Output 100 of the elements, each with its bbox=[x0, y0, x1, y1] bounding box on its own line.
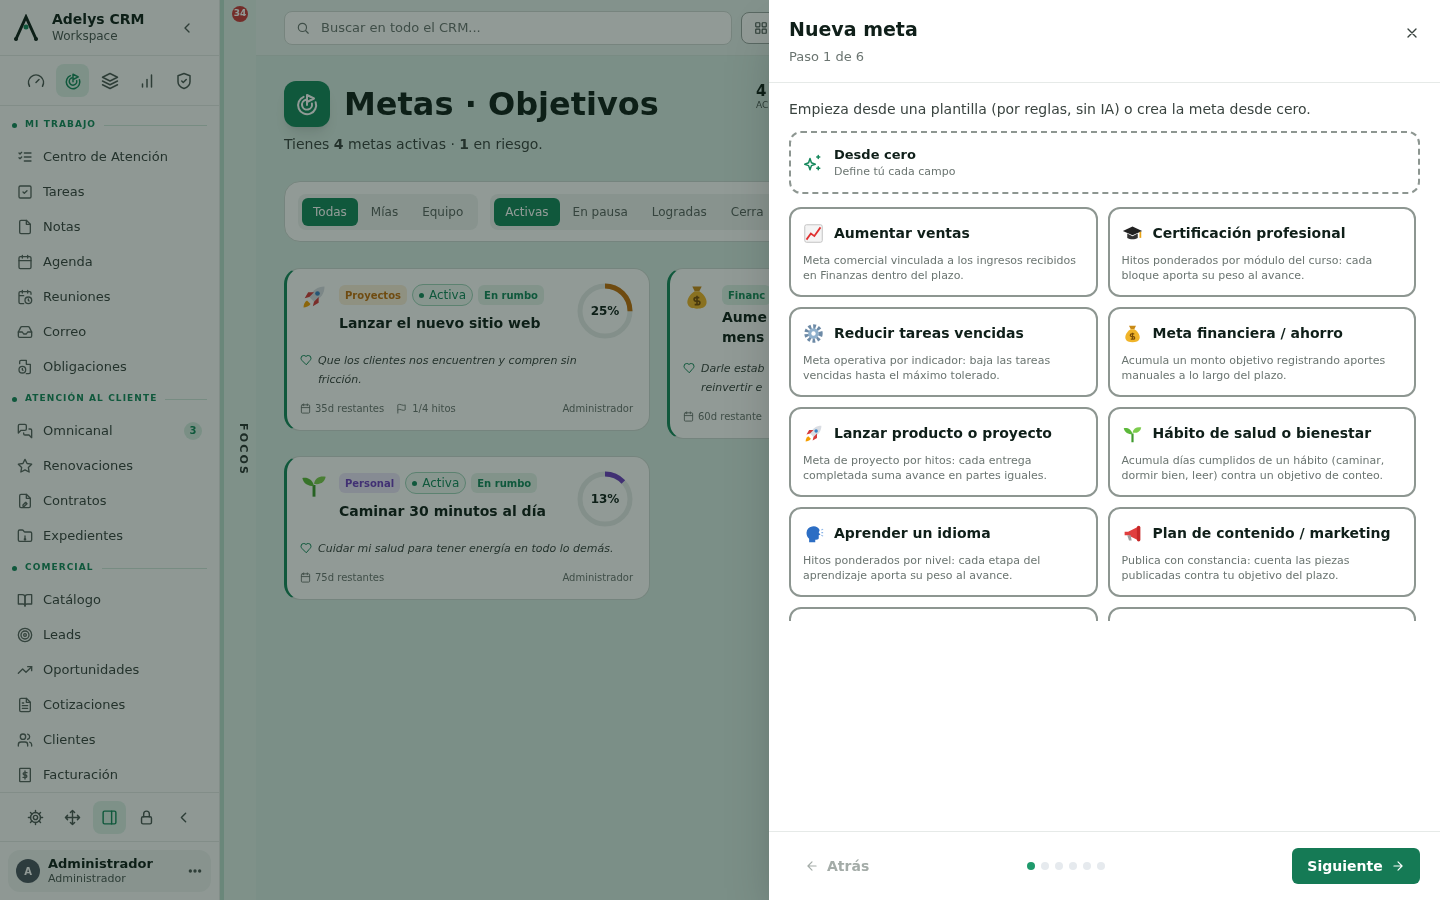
goal-owner: Administrador bbox=[562, 571, 633, 585]
user-role: Administrador bbox=[48, 872, 127, 886]
star-icon bbox=[17, 457, 33, 474]
calendar-icon bbox=[300, 403, 311, 414]
card-title: Desde cero bbox=[834, 146, 917, 163]
template-card[interactable]: Hábito de salud o bienestar Acumula días cumplidos de un hábito (caminar, dormir bien, leer) contra un objetivo de conteo. bbox=[1107, 407, 1416, 497]
calendar-icon bbox=[683, 411, 694, 422]
heart-icon bbox=[300, 542, 312, 554]
arrow-left-icon bbox=[805, 859, 819, 873]
nav-item[interactable]: Facturación bbox=[12, 757, 207, 792]
card-title: Reducir tareas vencidas bbox=[834, 324, 1024, 343]
user-name: Administrador bbox=[48, 856, 154, 873]
receipt-icon bbox=[17, 766, 33, 783]
nav-item[interactable]: Obligaciones bbox=[12, 349, 207, 384]
goal-icon bbox=[295, 92, 319, 116]
module-tab[interactable] bbox=[56, 64, 89, 97]
stat-value: 4 bbox=[756, 84, 768, 99]
goal-motivation: Que los clientes nos encuentren y compren sin fricción. bbox=[318, 353, 578, 388]
nav-item[interactable]: Oportunidades bbox=[12, 652, 207, 687]
search-icon bbox=[296, 20, 310, 35]
heart-icon bbox=[683, 362, 695, 374]
users-icon bbox=[17, 731, 33, 748]
checkbox-icon bbox=[17, 183, 33, 200]
card-description: Acumula días cumplidos de un hábito (caminar, dormir bien, leer) contra un objetivo de conteo. bbox=[1121, 453, 1386, 483]
search-field[interactable]: Buscar en todo el CRM... bbox=[284, 10, 732, 45]
notification-badge: 34 bbox=[232, 6, 248, 22]
template-card[interactable]: Plan de contenido / marketing Publica con constancia: cuenta las piezas publicadas contra tu objetivo del plazo. bbox=[1107, 507, 1416, 597]
health-tag: En rumbo bbox=[478, 285, 544, 305]
target-icon bbox=[17, 626, 33, 643]
card-description: Meta comercial vinculada a los ingresos recibidos en Finanzas dentro del plazo. bbox=[803, 253, 1077, 283]
nav-item[interactable]: Notas bbox=[12, 209, 207, 244]
filter-tab[interactable]: Todas bbox=[302, 197, 358, 226]
days-remaining: 35d restantes bbox=[315, 402, 385, 416]
section-heading: COMERCIAL bbox=[25, 561, 94, 575]
calendar-icon bbox=[300, 572, 311, 583]
arrow-right-icon bbox=[1390, 859, 1405, 873]
heart-icon bbox=[300, 354, 312, 366]
filter-tab[interactable]: En pausa bbox=[561, 197, 639, 226]
template-card[interactable]: Aumentar ventas Meta comercial vinculada a los ingresos recibidos en Finanzas dentro del plazo. bbox=[789, 207, 1098, 297]
nav-item[interactable]: Centro de Atención bbox=[12, 139, 207, 174]
nav-item[interactable]: Cotizaciones bbox=[12, 687, 207, 722]
step-label: Paso 1 de 6 bbox=[789, 48, 866, 66]
stat-label: AC bbox=[756, 101, 769, 110]
file-pen-icon bbox=[17, 492, 33, 509]
panel-label: FOCOS bbox=[235, 423, 251, 477]
nav-item[interactable]: Clientes bbox=[12, 722, 207, 757]
calendar-clock-icon bbox=[17, 288, 33, 305]
flag-icon bbox=[396, 403, 408, 414]
page-subtitle: Tienes 4 metas activas · 1 en riesgo. bbox=[284, 135, 544, 154]
filter-tab[interactable]: Activas bbox=[494, 197, 560, 226]
page-title: Metas · Objetivos bbox=[344, 84, 659, 125]
blank-template-card[interactable]: Desde cero Define tú cada campo bbox=[789, 131, 1420, 194]
nav-item[interactable]: Leads bbox=[12, 617, 207, 652]
card-title: Lanzar producto o proyecto bbox=[834, 424, 1052, 443]
card-description: Meta operativa por indicador: baja las tareas vencidas hasta el máximo tolerado. bbox=[803, 353, 1052, 383]
nav-item[interactable]: Expedientes bbox=[12, 518, 207, 553]
nav-item[interactable]: Reuniones bbox=[12, 279, 207, 314]
sparkles-icon bbox=[804, 153, 822, 172]
apps-button[interactable] bbox=[741, 11, 769, 44]
card-description: Hitos ponderados por nivel: cada etapa del aprendizaje aporta su peso al avance. bbox=[803, 553, 1042, 583]
workspace-label: Workspace bbox=[52, 28, 119, 44]
filter-tab[interactable]: Equipo bbox=[411, 197, 475, 226]
user-card[interactable]: A Administrador Administrador bbox=[8, 850, 211, 892]
calendar-icon bbox=[17, 253, 33, 270]
goal-owner: Administrador bbox=[562, 402, 633, 416]
progress-reading: 25% bbox=[590, 303, 620, 320]
logo-icon bbox=[12, 13, 40, 42]
goal-card[interactable]: Financ Aume mens Darle estab reinvertir e 60d restante bbox=[667, 268, 769, 439]
file-icon bbox=[17, 218, 33, 235]
tool-button[interactable] bbox=[93, 800, 126, 834]
goal-motivation: Cuidar mi salud para tener energía en todo lo demás. bbox=[318, 541, 615, 557]
card-title: Aprender un idioma bbox=[834, 524, 991, 543]
settings-icon bbox=[27, 808, 44, 826]
goal-card[interactable]: Personal Activa En rumbo Caminar 30 minutos al día 13% Cuidar mi salud para tener energía en todo lo demás. 75d restantes Administrador bbox=[284, 456, 650, 600]
filter-tab[interactable]: Logradas bbox=[640, 197, 718, 226]
template-card[interactable]: Meta financiera / ahorro Acumula un monto objetivo registrando aportes manuales a lo largo del plazo. bbox=[1107, 307, 1416, 397]
nav-item[interactable]: Omnicanal 3 bbox=[12, 413, 207, 448]
filter-tab[interactable]: Mías bbox=[359, 197, 410, 226]
nav-item[interactable]: Contratos bbox=[12, 483, 207, 518]
template-card[interactable]: Certificación profesional Hitos ponderados por módulo del curso: cada bloque aporta su peso al avance. bbox=[1107, 207, 1416, 297]
nav-item[interactable]: Tareas bbox=[12, 174, 207, 209]
card-title: Certificación profesional bbox=[1152, 224, 1346, 243]
card-title: Aumentar ventas bbox=[834, 224, 970, 243]
card-description: Define tú cada campo bbox=[834, 164, 956, 179]
next-button[interactable]: Siguiente bbox=[1292, 848, 1420, 884]
nav-item[interactable]: Agenda bbox=[12, 244, 207, 279]
nav-item[interactable]: Correo bbox=[12, 314, 207, 349]
goal-card[interactable]: Proyectos Activa En rumbo Lanzar el nuevo sitio web 25% Que los clientes nos encuentren y compren sin fricción. 35d restantes 1/4 hitos Administrador bbox=[284, 268, 650, 431]
goal-motivation: reinvertir e bbox=[701, 380, 764, 396]
template-card[interactable]: Reducir tareas vencidas Meta operativa por indicador: baja las tareas vencidas hasta el máximo tolerado. bbox=[789, 307, 1098, 397]
nav-item[interactable]: Renovaciones bbox=[12, 448, 207, 483]
card-title: Meta financiera / ahorro bbox=[1152, 324, 1343, 343]
nav-item[interactable]: Catálogo bbox=[12, 582, 207, 617]
template-card[interactable]: Lanzar producto o proyecto Meta de proyecto por hitos: cada entrega completada suma avance en partes iguales. bbox=[789, 407, 1098, 497]
card-title: Hábito de salud o bienestar bbox=[1152, 424, 1372, 443]
count-badge: 3 bbox=[184, 421, 202, 440]
filter-tab[interactable]: Cerra bbox=[719, 197, 769, 226]
status-pill: Activa bbox=[405, 472, 467, 494]
template-card[interactable]: Aprender un idioma Hitos ponderados por nivel: cada etapa del aprendizaje aporta su peso al avance. bbox=[789, 507, 1098, 597]
milestone-count: 1/4 hitos bbox=[412, 402, 456, 416]
